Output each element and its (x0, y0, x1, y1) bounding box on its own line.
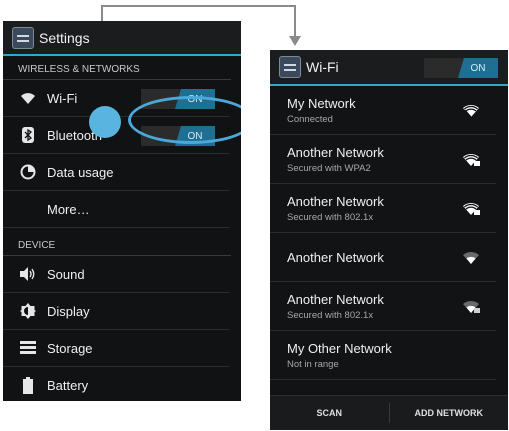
wifi-icon (19, 89, 37, 107)
wifi-signal-full-icon (463, 104, 479, 118)
network-item[interactable]: My Other Network Not in range (270, 331, 496, 380)
wifi-master-toggle[interactable]: ON (424, 58, 498, 78)
wifi-screen: Wi-Fi ON My Network Connected Another Ne… (270, 50, 508, 430)
settings-item-label: Storage (47, 340, 93, 356)
add-network-button[interactable]: ADD NETWORK (390, 408, 509, 418)
storage-icon (19, 339, 37, 357)
wifi-app-icon[interactable] (279, 56, 301, 78)
settings-item-label: Display (47, 303, 90, 319)
data-usage-icon (19, 163, 37, 181)
settings-item-display[interactable]: Display (3, 293, 229, 330)
network-item[interactable]: Another Network Secured with WPA2 (270, 135, 496, 184)
settings-item-label: Data usage (47, 164, 114, 180)
settings-item-label: Battery (47, 377, 89, 393)
settings-item-label: More… (47, 201, 90, 217)
network-item[interactable]: Another Network Secured with 802.1x (270, 282, 496, 331)
network-item[interactable]: Another Network (270, 233, 496, 282)
bluetooth-icon (19, 126, 37, 144)
settings-item-label: Wi-Fi (47, 90, 78, 106)
settings-item-battery[interactable]: Battery (3, 367, 229, 401)
settings-item-data-usage[interactable]: Data usage (3, 154, 229, 191)
settings-item-more[interactable]: More… (3, 191, 229, 228)
network-item[interactable]: Another Network Secured with 802.1x (270, 184, 496, 233)
network-status: Not in range (287, 358, 339, 370)
brightness-icon (19, 302, 37, 320)
wifi-signal-weak-locked-icon (463, 300, 480, 313)
network-item[interactable]: My Network Connected (270, 86, 496, 135)
settings-item-sound[interactable]: Sound (3, 256, 229, 293)
page-title: Settings (39, 29, 90, 46)
volume-icon (19, 265, 37, 283)
bottom-action-bar: SCAN ADD NETWORK (270, 395, 508, 430)
wifi-signal-weak-icon (463, 251, 479, 264)
action-bar: Wi-Fi ON (270, 50, 508, 86)
toggle-knob: ON (458, 58, 498, 78)
wifi-signal-locked-icon (463, 202, 480, 215)
settings-app-icon[interactable] (12, 26, 34, 49)
section-header-wireless: WIRELESS & NETWORKS (3, 56, 231, 80)
network-name: My Other Network (287, 340, 392, 356)
scan-button[interactable]: SCAN (270, 408, 389, 418)
wifi-signal-locked-icon (463, 153, 480, 166)
action-bar: Settings (3, 21, 241, 56)
section-header-device: DEVICE (3, 228, 231, 256)
page-title: Wi-Fi (306, 59, 339, 75)
settings-screen: Settings WIRELESS & NETWORKS Wi-Fi ON Bl… (3, 21, 241, 401)
battery-icon (19, 376, 37, 394)
settings-item-label: Sound (47, 266, 85, 282)
touch-indicator (89, 106, 121, 138)
settings-item-storage[interactable]: Storage (3, 330, 229, 367)
